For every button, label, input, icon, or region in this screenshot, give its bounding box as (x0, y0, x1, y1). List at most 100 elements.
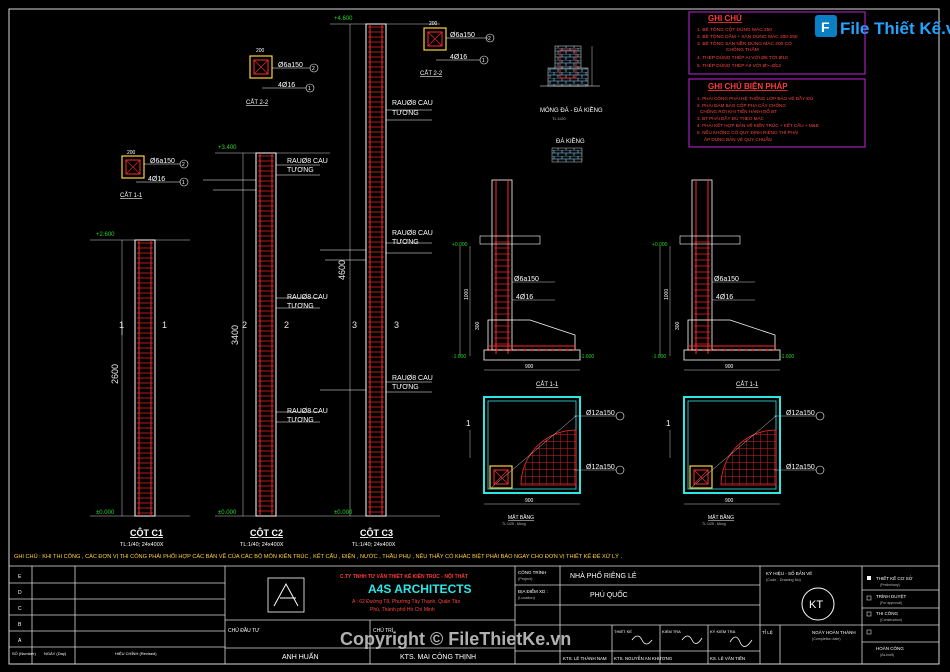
designed-by: KTS. NGUYỄN AN KHƯƠNG (614, 656, 673, 661)
notes-line: CHỐNG THẤM (726, 46, 759, 53)
project-name: NHÀ PHỐ RIÊNG LẺ (570, 570, 637, 580)
rebar-dot (488, 348, 492, 352)
tag: 1 (308, 86, 311, 92)
notes-line: 1. BÊ TÔNG CỘT DÙNG MÁC 250 (697, 25, 772, 33)
bars-label: 4Ø16 (716, 294, 733, 301)
section-mark: 3 (352, 320, 357, 330)
anchor-label: TƯƠNG (287, 417, 314, 424)
rebar-dot (516, 348, 520, 352)
svg-text:200: 200 (429, 21, 438, 27)
anchor-label: TƯƠNG (392, 384, 419, 391)
watermark-logo-text: File Thiết Kế.vn (840, 19, 950, 38)
level-bottom: -1.600 (652, 354, 666, 360)
anchor-label: RAUØ8 CAU (287, 294, 328, 301)
stage-label: THI CÔNG (876, 610, 898, 616)
level-top: +0.000 (452, 242, 468, 248)
plan-title: MẶT BẰNG (508, 513, 534, 521)
notes-line: 4. THÉP DÙNG THÉP AI VỚI Ø6 TỚI Ø10 (697, 54, 788, 61)
column-title: CỘT C3 (360, 527, 393, 538)
brick-title2: ĐÁ KIỀNG (556, 138, 585, 145)
slab-bar-label: Ø12a150 (786, 464, 815, 471)
rebar-dot (723, 348, 727, 352)
stage-label-en: (Construction) (880, 618, 902, 622)
rebar-dot (737, 348, 741, 352)
location-label: ĐỊA ĐIỂM XD : (518, 588, 548, 594)
rebar-dot (744, 348, 748, 352)
notes-line: 5. THÉP DÙNG THÉP AII VỚI Ø>=Ø12 (697, 62, 781, 69)
section-title: CẮT 1-1 (120, 191, 143, 199)
notes-line: 2. BÊ TÔNG DẦM + SÀN DÙNG MÁC 200-250 (697, 32, 798, 40)
column-height: 3400 (230, 325, 240, 345)
rebar-dot (772, 348, 776, 352)
signature (631, 635, 753, 647)
method-note-line: CHỐNG RỜI KHI TIẾN HÀNH ĐỔ BT (700, 108, 777, 114)
sheet-code-label: KÝ HIỆU - SỐ BẢN VẼ (766, 569, 812, 576)
rev-row: C (18, 606, 22, 612)
plan-scale: TL:1/25 - Móng (502, 522, 526, 526)
owner-label: CHỦ ĐẦU TƯ (228, 627, 260, 634)
svg-text:200: 200 (256, 48, 265, 54)
firm-logo (273, 582, 299, 607)
footing-width: 900 (525, 498, 534, 504)
column-scale: TL:1/40; 24x400X (120, 542, 164, 548)
level-base: ±0.000 (218, 510, 237, 516)
rebar-dot (709, 348, 713, 352)
sign-label: KÝ KIỂM TRA (710, 629, 736, 634)
slab-bar-label: Ø12a150 (586, 464, 615, 471)
footing-dim: 300 (675, 321, 681, 330)
bars-label: 4Ø16 (278, 82, 295, 89)
bars-label: 4Ø16 (516, 294, 533, 301)
column-c2: 3400 +3.400 ±0.000 2 2 RAUØ8 CAU TƯƠNG R… (203, 145, 330, 548)
sheet-code-label-en: (Code - Drawing No) (766, 578, 802, 582)
anchor-label: RAUØ8 CAU (392, 230, 433, 237)
rebar-dot (688, 348, 692, 352)
svg-text:F: F (821, 19, 830, 35)
firm-address: Phú, Thành phố Hồ Chí Minh (370, 607, 435, 613)
plan-mark: 1 (666, 419, 671, 428)
rebar-dot (537, 348, 541, 352)
level-bottom: -1.600 (580, 354, 594, 360)
section-mark: 2 (242, 320, 247, 330)
rev-row: E (18, 574, 22, 580)
location-label-en: (Location) (518, 596, 536, 600)
project-label: CÔNG TRÌNH (518, 569, 546, 575)
col-date: NGÀY (Day) (44, 651, 67, 656)
section-title: CẮT 2-2 (246, 98, 269, 106)
tag: 2 (312, 66, 315, 72)
section-mark: 2 (284, 320, 289, 330)
rebar-dot (544, 348, 548, 352)
rebar-dot (751, 348, 755, 352)
level-base: ±0.000 (96, 510, 115, 516)
column-title: CỘT C2 (250, 527, 283, 538)
slab-bar-label: Ø12a150 (786, 410, 815, 417)
section-3-3: 200 Ø6a150 4Ø16 2 1 CẮT 2-2 (420, 21, 495, 77)
section-title: CẮT 2-2 (420, 69, 443, 77)
method-note-line: ÁP DỤNG BẢN VẼ QUY CHUẨN (704, 136, 772, 142)
stage-label-en: (For approval) (880, 601, 902, 605)
rebar-dot (509, 348, 513, 352)
anchor-label: TƯƠNG (392, 110, 419, 117)
anchor-label: TƯƠNG (287, 167, 314, 174)
bars-label: 4Ø16 (148, 176, 165, 183)
method-note-line: 4. PHẢI KẾT HỢP BẢN VẼ KIẾN TRÚC + KẾT C… (697, 122, 819, 128)
anchor-label: TƯƠNG (392, 239, 419, 246)
column-height: 2600 (110, 364, 120, 384)
brick-foundation-detail: MÓNG ĐÁ - ĐÁ KIỀNG TL:1/20 ĐÁ KIỀNG (540, 45, 603, 163)
anchor-label: RAUØ8 CAU (392, 375, 433, 382)
plan-mark: 1 (466, 419, 471, 428)
footing-plan-1: Ø12a150 Ø12a150 1 900 MẶT BẰNG TL:1/25 -… (466, 396, 625, 526)
level-top: +2.600 (96, 232, 115, 238)
rev-row: D (18, 590, 22, 596)
level-top: +3.400 (218, 145, 237, 151)
anchor-label: TƯƠNG (287, 303, 314, 310)
footing-width: 900 (725, 364, 734, 370)
method-note-line: 3. BT PHẢI ĐẦY ĐỦ THEO MÁC (697, 115, 765, 121)
sheet-code: KT (809, 599, 823, 611)
stage-label: THIẾT KẾ CƠ SỞ (876, 575, 913, 581)
method-note-line: 5. NẾU KHÔNG CÓ QUY ĐỊNH RIÊNG THÌ PHẢI (697, 128, 798, 135)
brick-title: MÓNG ĐÁ - ĐÁ KIỀNG (540, 107, 603, 114)
footing-plan-2: Ø12a150 Ø12a150 1 900 MẶT BẰNG TL:1/25 -… (666, 396, 825, 526)
stage-label: HOÀN CÔNG (876, 645, 904, 651)
rev-row: A (18, 638, 22, 644)
notes-title: GHI CHÚ (708, 14, 742, 23)
